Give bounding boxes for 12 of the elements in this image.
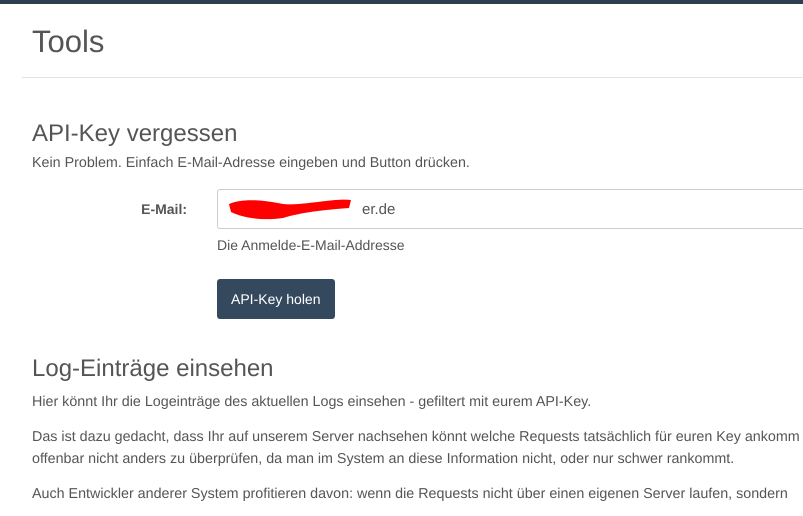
help-text: Die Anmelde-E-Mail-Addresse xyxy=(217,237,406,253)
paragraph-line: Auch Entwickler anderer System profitieren davon: wenn die Requests nicht über einen eigenen Server laufen, sondern xyxy=(32,485,789,504)
section-heading: API-Key vergessen xyxy=(32,120,238,148)
page-title: Tools xyxy=(32,23,106,61)
paragraph-line: offenbar nicht anders zu überprüfen, da man im System an diese Information nicht, oder nur schwer rankommt. xyxy=(32,450,736,469)
paragraph-line: Hier könnt Ihr die Logeinträge des aktuellen Logs einsehen - gefiltert mit eurem API-Key. xyxy=(32,393,592,412)
paragraph-line: Das ist dazu gedacht, dass Ihr auf unserem Server nachsehen könnt welche Requests tatsächlich für euren Key ankomm xyxy=(32,428,801,447)
get-api-key-button[interactable]: API-Key holen xyxy=(217,279,334,319)
section-heading: Log-Einträge einsehen xyxy=(32,355,275,383)
email-label: E-Mail: xyxy=(140,201,188,217)
email-field[interactable]: er.de xyxy=(217,189,803,229)
intro-text: Kein Problem. Einfach E-Mail-Adresse eingeben und Button drücken. xyxy=(32,154,471,173)
